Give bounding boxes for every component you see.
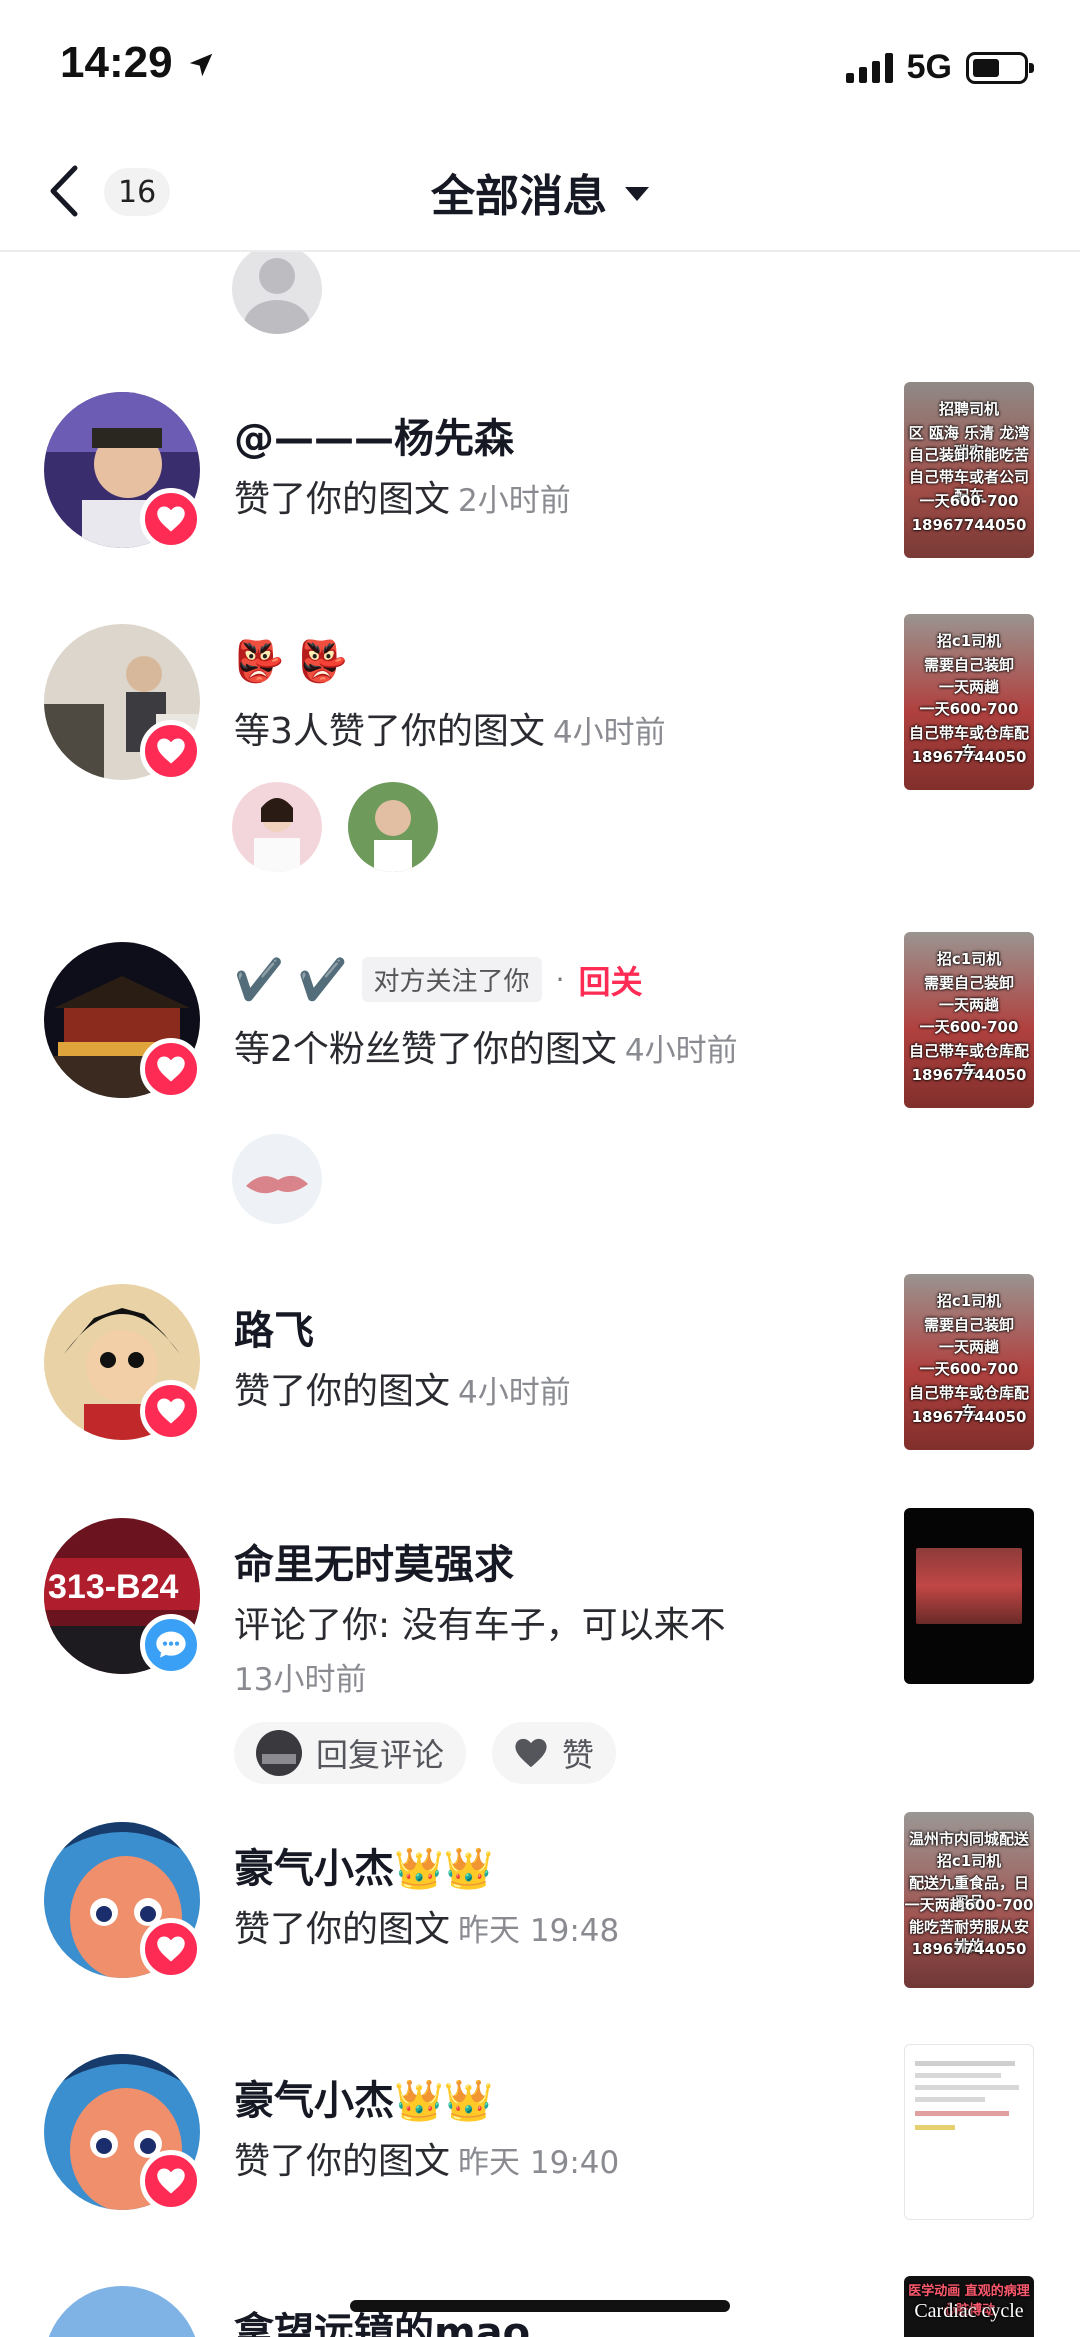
like-badge (140, 720, 202, 782)
like-badge (140, 488, 202, 550)
status-bar: 14:29 5G (0, 0, 1080, 130)
comment-bubble-icon (156, 1631, 186, 1658)
home-indicator[interactable] (350, 2300, 730, 2312)
separator: · (555, 963, 565, 996)
page-title: 全部消息 (431, 171, 607, 222)
post-thumbnail[interactable] (904, 2044, 1034, 2220)
heart-icon (157, 1398, 185, 1424)
heart-icon (515, 1738, 547, 1768)
notification-text: 等2个粉丝赞了你的图文 4小时前 (234, 1029, 738, 1070)
post-thumbnail[interactable]: 温州市内同城配送 招c1司机 配送九重食品，日用品 一天两趟600-700 能吃… (904, 1812, 1034, 1988)
status-time: 14:29 (60, 38, 173, 87)
user-name[interactable]: 命里无时莫强求 (234, 1532, 514, 1590)
message-filter-dropdown[interactable]: 全部消息 (0, 160, 1080, 224)
notification-text: 赞了你的图文 昨天 19:48 (234, 1909, 620, 1950)
heart-icon (157, 2168, 185, 2194)
battery-icon (966, 51, 1034, 84)
timestamp: 4小时前 (624, 1033, 738, 1069)
post-thumbnail[interactable]: 招c1司机 需要自己装卸 一天两趟 一天600-700 自己带车或仓库配车 18… (904, 932, 1034, 1108)
like-badge (140, 2150, 202, 2212)
notification-text: 等3人赞了你的图文 4小时前 (234, 711, 666, 752)
like-badge (140, 1918, 202, 1980)
user-name[interactable]: @———杨先森 (234, 406, 514, 464)
reply-comment-label: 回复评论 (316, 1736, 445, 1774)
user-name-row: ✔️ ✔️ 对方关注了你 · 回关 (234, 956, 642, 1003)
nav-bar: 16 全部消息 (0, 130, 1080, 252)
timestamp: 13小时前 (234, 1662, 367, 1698)
notification-text: 赞了你的图文 2小时前 (234, 479, 571, 520)
heart-icon (157, 1936, 185, 1962)
user-name[interactable]: 豪气小杰👑👑 (234, 1836, 494, 1894)
user-name[interactable]: 路飞 (234, 1298, 314, 1356)
timestamp: 昨天 19:40 (458, 2145, 620, 2181)
liker-avatar[interactable] (232, 782, 322, 872)
timestamp: 4小时前 (458, 1375, 571, 1411)
post-thumbnail[interactable]: 招c1司机 需要自己装卸 一天两趟 一天600-700 自己带车或仓库配车 18… (904, 614, 1034, 790)
reply-comment-button[interactable]: 回复评论 (234, 1722, 467, 1784)
notification-text: 赞了你的图文 昨天 19:40 (234, 2141, 620, 2182)
like-badge (140, 1038, 202, 1100)
svg-text:313-B24: 313-B24 (48, 1568, 179, 1606)
heart-icon (157, 1056, 185, 1082)
post-thumbnail[interactable]: 招聘司机 区 瓯海 乐清 龙湾 瑞安 自己装卸你能吃苦 自己带车或者公司配车 一… (904, 382, 1034, 558)
timestamp: 昨天 19:48 (458, 1913, 620, 1949)
cellular-signal-icon (845, 52, 893, 83)
follow-status-tag: 对方关注了你 (361, 957, 542, 1002)
caret-down-icon (625, 187, 649, 201)
like-label: 赞 (562, 1736, 595, 1774)
user-name[interactable]: 👺 👺 (234, 638, 348, 685)
liker-avatar[interactable] (232, 1134, 322, 1224)
like-comment-button[interactable]: 赞 (492, 1722, 617, 1784)
post-thumbnail[interactable]: 医学动画 直观的病理心脏博动 Cardiac cycle (904, 2276, 1034, 2337)
network-type: 5G (906, 48, 952, 86)
heart-icon (157, 506, 185, 532)
post-thumbnail[interactable]: 招c1司机 需要自己装卸 一天两趟 一天600-700 自己带车或仓库配车 18… (904, 1274, 1034, 1450)
user-name[interactable]: ✔️ ✔️ (234, 956, 348, 1003)
avatar[interactable] (44, 2286, 200, 2337)
timestamp: 4小时前 (552, 715, 666, 751)
user-avatar-icon (256, 1730, 302, 1776)
liker-avatar[interactable] (348, 782, 438, 872)
user-name[interactable]: 豪气小杰👑👑 (234, 2068, 494, 2126)
follow-back-button[interactable]: 回关 (578, 957, 642, 1003)
notification-list[interactable]: @———杨先森 赞了你的图文 2小时前 招聘司机 区 瓯海 乐清 龙湾 瑞安 自己… (0, 252, 1080, 2337)
comment-badge (140, 1614, 202, 1676)
like-badge (140, 1380, 202, 1442)
notification-text: 赞了你的图文 4小时前 (234, 1371, 571, 1412)
comment-text: 评论了你: 没有车子，可以来不 (234, 1605, 726, 1646)
avatar[interactable] (232, 252, 322, 334)
timestamp: 2小时前 (458, 483, 571, 519)
post-thumbnail[interactable] (904, 1508, 1034, 1684)
heart-icon (157, 738, 185, 764)
location-arrow-icon (189, 53, 213, 77)
